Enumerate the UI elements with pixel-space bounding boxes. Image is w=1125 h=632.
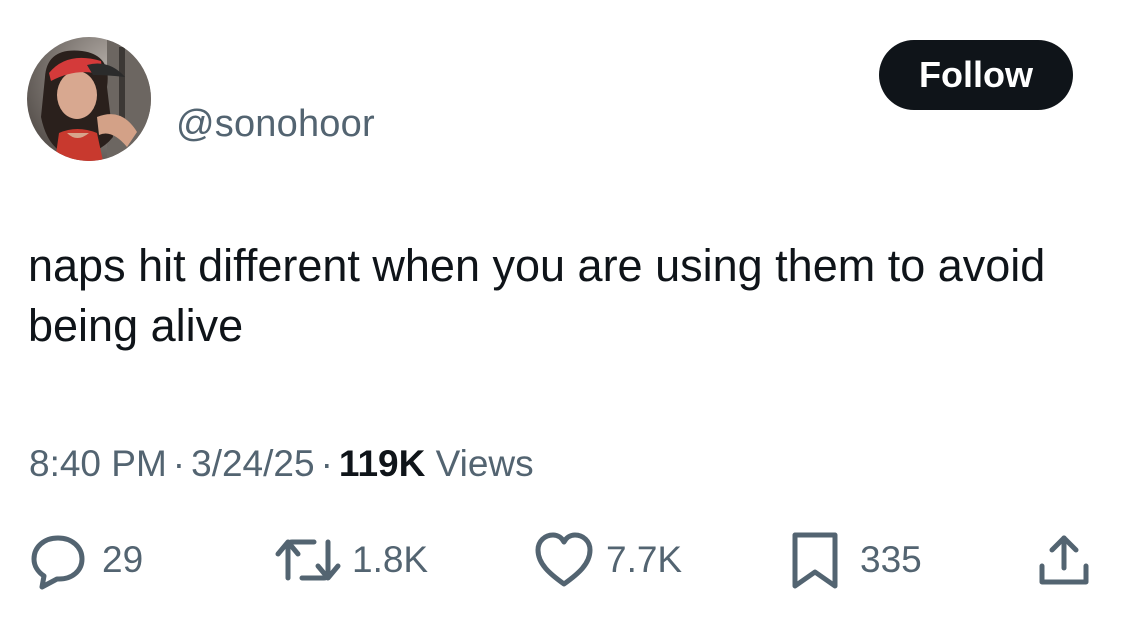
like-button[interactable]: 7.7K — [532, 528, 682, 592]
tweet-meta: 8:40 PM · 3/24/25 · 119K Views — [29, 441, 534, 487]
like-count: 7.7K — [606, 539, 683, 580]
views-label: Views — [435, 443, 534, 484]
retweet-button[interactable]: 1.8K — [274, 528, 428, 592]
views-count: 119K — [338, 443, 426, 484]
avatar[interactable] — [27, 37, 151, 161]
reply-button[interactable]: 29 — [28, 528, 143, 592]
tweet-time[interactable]: 8:40 PM — [29, 443, 167, 484]
tweet-text: naps hit different when you are using th… — [28, 240, 1046, 351]
bookmark-button[interactable]: 335 — [790, 528, 922, 592]
share-icon — [1034, 530, 1094, 590]
share-button[interactable] — [1034, 528, 1094, 592]
meta-separator: · — [172, 443, 186, 484]
tweet-card: @sonohoor Follow naps hit different when… — [0, 0, 1125, 632]
action-bar: 29 1.8K 7.7K 335 — [0, 528, 1125, 592]
retweet-icon — [274, 530, 342, 590]
reply-count: 29 — [102, 539, 144, 580]
heart-icon — [532, 530, 596, 590]
bookmark-icon — [790, 530, 840, 590]
meta-separator: · — [320, 443, 333, 484]
follow-button[interactable]: Follow — [879, 40, 1073, 110]
avatar-photo — [27, 37, 151, 161]
retweet-count: 1.8K — [352, 539, 429, 580]
tweet-date[interactable]: 3/24/25 — [191, 443, 314, 484]
reply-icon — [28, 530, 88, 590]
bookmark-count: 335 — [860, 539, 922, 580]
author-handle[interactable]: @sonohoor — [176, 101, 375, 147]
